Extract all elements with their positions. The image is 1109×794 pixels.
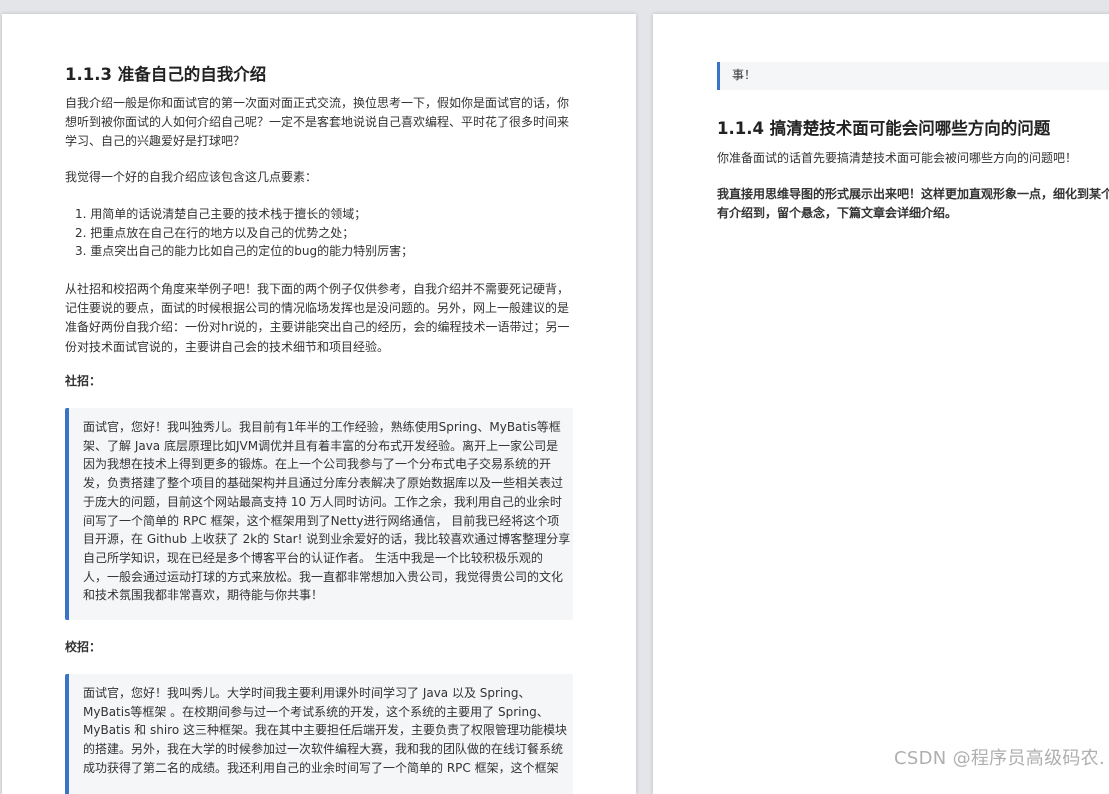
csdn-watermark: CSDN @程序员高级码农.	[894, 748, 1105, 769]
intro-paragraph: 你准备面试的话首先要搞清楚技术面可能会被问哪些方向的问题吧！	[717, 151, 1078, 165]
paragraph-line: 学习、自己的兴趣爱好是打球吧？	[65, 134, 246, 149]
quote-line: 成功获得了第二名的成绩。我还利用自己的业余时间写了一个简单的 RPC 框架，这个…	[83, 760, 559, 775]
paragraph-line: 份对技术面试官说的，主要讲自己会的技术细节和项目经验。	[65, 339, 390, 354]
section-title-1-1-3: 1.1.3 准备自己的自我介绍	[65, 65, 267, 84]
document-page-left: 1.1.3 准备自己的自我介绍 自我介绍一般是你和面试官的第一次面对面正式交流，…	[2, 14, 636, 794]
quote-line: MyBatis 和 shiro 这三种框架。我在其中主要担任后端开发，主要负责了…	[83, 723, 567, 738]
document-page-right: 事！ 1.1.4 搞清楚技术面可能会问哪些方向的问题 你准备面试的话首先要搞清楚…	[653, 14, 1109, 794]
social-recruit-quote: 面试官，您好！我叫独秀儿。我目前有1年半的工作经验，熟练使用Spring、MyB…	[65, 408, 573, 620]
elements-list: 1. 用简单的话说清楚自己主要的技术栈于擅长的领域； 2. 把重点放在自己在行的…	[75, 205, 413, 261]
quote-line: 间写了一个简单的 RPC 框架，这个框架用到了Netty进行网络通信， 目前我已…	[83, 513, 560, 528]
quote-line: 人，一般会通过运动打球的方式来放松。我一直都非常想加入贵公司，我觉得贵公司的文化	[83, 569, 564, 584]
mindmap-paragraph: 我直接用思维导图的形式展示出来吧！这样更加直观形象一点，细化到某个 有介绍到，留…	[717, 185, 1109, 223]
list-item: 3. 重点突出自己的能力比如自己的定位的bug的能力特别厉害；	[75, 244, 414, 258]
elements-intro: 我觉得一个好的自我介绍应该包含这几点要素：	[65, 170, 318, 184]
quote-line: 发，负责搭建了整个项目的基础架构并且通过分库分表解决了原始数据库以及一些相关表过	[83, 476, 564, 491]
campus-recruit-label: 校招：	[65, 640, 102, 654]
quote-line: 面试官，您好！我叫秀儿。大学时间我主要利用课外时间学习了 Java 以及 Spr…	[83, 686, 531, 700]
quote-continuation: 事！	[717, 62, 1109, 90]
quote-line: 架、了解 Java 底层原理比如JVM调优并且有着丰富的分布式开发经验。离开上一…	[83, 438, 559, 453]
paragraph-line: 我直接用思维导图的形式展示出来吧！这样更加直观形象一点，细化到某个	[717, 187, 1109, 201]
quote-line: 面试官，您好！我叫独秀儿。我目前有1年半的工作经验，熟练使用Spring、MyB…	[83, 420, 561, 434]
quote-line: MyBatis等框架 。在校期间参与过一个考试系统的开发，这个系统的主要用了 S…	[83, 704, 549, 719]
paragraph-line: 准备好两份自我介绍：一份对hr说的，主要讲能突出自己的经历，会的编程技术一语带过…	[65, 320, 570, 335]
list-item: 2. 把重点放在自己在行的地方以及自己的优势之处；	[75, 225, 355, 240]
paragraph-line: 有介绍到，留个悬念，下篇文章会详细介绍。	[717, 206, 958, 221]
intro-paragraph: 自我介绍一般是你和面试官的第一次面对面正式交流，换位思考一下，假如你是面试官的话…	[65, 94, 569, 152]
quote-line: 自己所学知识，现在已经是多个博客平台的认证作者。 生活中我是一个比较积极乐观的	[83, 550, 543, 565]
quote-line: 于庞大的问题，目前这个网站最高支持 10 万人同时访问。工作之余，我利用自己的业…	[83, 494, 562, 509]
paragraph-line: 想听到被你面试的人如何介绍自己呢？一定不是客套地说说自己喜欢编程、平时花了很多时…	[65, 115, 570, 130]
example-paragraph: 从社招和校招两个角度来举例子吧！我下面的两个例子仅供参考，自我介绍并不需要死记硬…	[65, 280, 570, 357]
paragraph-line: 记住要说的要点，面试的时候根据公司的情况临场发挥也是没问题的。另外，网上一般建议…	[65, 301, 570, 316]
quote-tail-text: 事！	[732, 68, 757, 82]
section-title-1-1-4: 1.1.4 搞清楚技术面可能会问哪些方向的问题	[717, 119, 1051, 138]
quote-text: 面试官，您好！我叫秀儿。大学时间我主要利用课外时间学习了 Java 以及 Spr…	[83, 684, 573, 778]
list-item: 1. 用简单的话说清楚自己主要的技术栈于擅长的领域；	[75, 207, 367, 221]
quote-line: 目开源，在 Github 上收获了 2k的 Star! 说到业余爱好的话，我比较…	[83, 532, 571, 547]
campus-recruit-quote: 面试官，您好！我叫秀儿。大学时间我主要利用课外时间学习了 Java 以及 Spr…	[65, 674, 573, 794]
quote-line: 因为我想在技术上得到更多的锻炼。在上一个公司我参与了一个分布式电子交易系统的开	[83, 457, 552, 472]
quote-text: 面试官，您好！我叫独秀儿。我目前有1年半的工作经验，熟练使用Spring、MyB…	[83, 418, 573, 605]
paragraph-line: 从社招和校招两个角度来举例子吧！我下面的两个例子仅供参考，自我介绍并不需要死记硬…	[65, 282, 570, 296]
quote-line: 和技术氛围我都非常喜欢，期待能与你共事！	[83, 588, 324, 603]
paragraph-line: 自我介绍一般是你和面试官的第一次面对面正式交流，换位思考一下，假如你是面试官的话…	[65, 96, 570, 110]
social-recruit-label: 社招：	[65, 374, 102, 388]
quote-line: 的搭建。另外，我在大学的时候参加过一次软件编程大赛，我和我的团队做的在线订餐系统	[83, 742, 564, 757]
